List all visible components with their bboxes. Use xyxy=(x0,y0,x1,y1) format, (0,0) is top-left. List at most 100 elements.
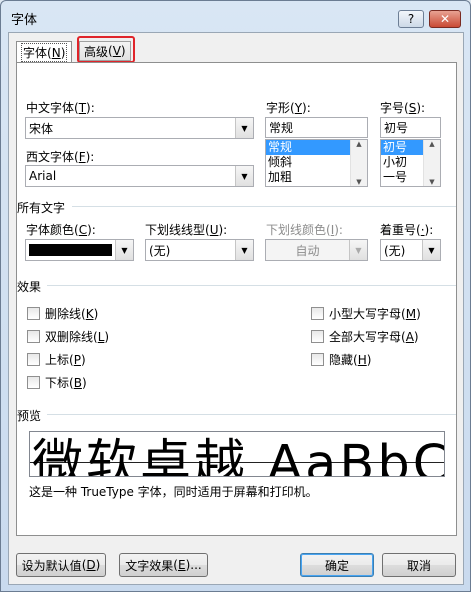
tab-font-hotkey: N xyxy=(51,46,61,60)
underline-style-combo[interactable]: (无) ▼ xyxy=(145,239,254,261)
underline-color-combo: 自动 ▼ xyxy=(265,239,368,261)
underline-style-label: 下划线线型(U): xyxy=(145,223,228,237)
emphasis-mark-label-text: 着重号 xyxy=(380,223,417,237)
emphasis-mark-hotkey: · xyxy=(420,223,425,237)
western-font-value: Arial xyxy=(29,169,57,183)
hidden-hotkey: H xyxy=(357,352,367,367)
underline-color-hotkey: I xyxy=(330,223,335,237)
strikethrough-label: 删除线 xyxy=(45,307,82,321)
checkbox-box[interactable] xyxy=(27,376,40,389)
checkbox-box[interactable] xyxy=(27,353,40,366)
superscript-label: 上标 xyxy=(45,353,70,367)
font-style-label-text: 字形 xyxy=(266,101,291,115)
western-font-combo[interactable]: Arial ▼ xyxy=(25,165,254,187)
scroll-down-icon[interactable]: ▼ xyxy=(356,178,361,186)
chinese-font-label-text: 中文字体 xyxy=(26,101,75,115)
checkbox-box[interactable] xyxy=(311,330,324,343)
dialog-title: 字体 xyxy=(11,13,38,28)
checkbox-box[interactable] xyxy=(311,353,324,366)
font-preview-box: 微软卓越 AaBbCc xyxy=(29,431,445,477)
scroll-up-icon[interactable]: ▲ xyxy=(356,140,361,148)
small-caps-checkbox[interactable]: 小型大写字母(M) xyxy=(311,305,421,322)
preview-divider xyxy=(47,414,456,415)
font-size-hotkey: S xyxy=(408,101,417,115)
tab-font-label-wrap: 字体(N) xyxy=(21,43,68,62)
double-strikethrough-checkbox[interactable]: 双删除线(L) xyxy=(27,328,109,345)
underline-color-label: 下划线颜色(I): xyxy=(266,223,343,237)
text-effects-ellipsis: ... xyxy=(190,558,202,572)
small-caps-label: 小型大写字母 xyxy=(329,307,402,321)
font-style-input[interactable]: 常规 xyxy=(265,117,368,138)
double-strikethrough-label: 双删除线 xyxy=(45,330,94,344)
chinese-font-label: 中文字体(T): xyxy=(26,101,95,115)
font-size-input-value: 初号 xyxy=(384,121,409,135)
help-button[interactable]: ? xyxy=(398,10,424,28)
subscript-checkbox[interactable]: 下标(B) xyxy=(27,374,87,391)
chevron-down-icon[interactable]: ▼ xyxy=(235,240,253,260)
emphasis-mark-combo[interactable]: (无) ▼ xyxy=(380,239,441,261)
close-button[interactable]: ✕ xyxy=(429,10,461,28)
font-size-list[interactable]: 初号 小初 一号 ▲ ▼ xyxy=(380,139,441,187)
western-font-hotkey: F xyxy=(78,150,86,164)
underline-style-hotkey: U xyxy=(209,223,219,237)
chevron-down-icon[interactable]: ▼ xyxy=(235,166,253,186)
western-font-label: 西文字体(F): xyxy=(26,150,95,164)
strikethrough-hotkey: K xyxy=(85,306,94,321)
underline-style-label-text: 下划线线型 xyxy=(145,223,206,237)
checkbox-box[interactable] xyxy=(311,307,324,320)
chevron-down-icon[interactable]: ▼ xyxy=(115,240,133,260)
font-size-label: 字号(S): xyxy=(380,101,426,115)
font-size-scrollbar[interactable]: ▲ ▼ xyxy=(423,140,440,186)
font-color-label-text: 字体颜色 xyxy=(26,223,75,237)
ok-label: 确定 xyxy=(324,558,349,573)
font-dialog: 字体 ? ✕ 字体(N) 高级(V) 中文字体(T): 宋体 ▼ 西文字体(F)… xyxy=(0,0,471,592)
effects-divider xyxy=(47,285,456,286)
chinese-font-combo[interactable]: 宋体 ▼ xyxy=(25,117,254,139)
subscript-label: 下标 xyxy=(45,376,70,390)
tab-font[interactable]: 字体(N) xyxy=(16,41,73,63)
font-style-label: 字形(Y): xyxy=(266,101,311,115)
preview-section-label: 预览 xyxy=(17,409,42,423)
all-text-divider xyxy=(72,206,456,207)
cancel-button[interactable]: 取消 xyxy=(382,553,456,577)
chevron-down-icon: ▼ xyxy=(349,240,367,260)
all-caps-checkbox[interactable]: 全部大写字母(A) xyxy=(311,328,419,345)
set-default-hotkey: D xyxy=(86,558,96,572)
strikethrough-checkbox[interactable]: 删除线(K) xyxy=(27,305,98,322)
scroll-up-icon[interactable]: ▲ xyxy=(429,140,434,148)
checkbox-box[interactable] xyxy=(27,330,40,343)
superscript-checkbox[interactable]: 上标(P) xyxy=(27,351,86,368)
scroll-down-icon[interactable]: ▼ xyxy=(429,178,434,186)
underline-color-value: 自动 xyxy=(295,243,320,258)
set-default-button[interactable]: 设为默认值(D) xyxy=(16,553,106,577)
font-size-input[interactable]: 初号 xyxy=(380,117,441,138)
text-effects-label: 文字效果 xyxy=(125,558,174,573)
small-caps-hotkey: M xyxy=(405,306,417,321)
font-color-swatch xyxy=(29,244,112,256)
underline-color-label-text: 下划线颜色 xyxy=(266,223,327,237)
underline-style-value: (无) xyxy=(149,243,171,258)
close-icon: ✕ xyxy=(439,12,451,26)
set-default-label: 设为默认值 xyxy=(21,558,82,573)
double-strikethrough-hotkey: L xyxy=(97,329,105,344)
tab-font-label: 字体 xyxy=(23,46,48,60)
emphasis-mark-value: (无) xyxy=(384,243,406,258)
font-style-list[interactable]: 常规 倾斜 加粗 ▲ ▼ xyxy=(265,139,368,187)
chinese-font-value: 宋体 xyxy=(29,121,54,136)
ok-button[interactable]: 确定 xyxy=(300,553,374,577)
font-style-scrollbar[interactable]: ▲ ▼ xyxy=(350,140,367,186)
hidden-checkbox[interactable]: 隐藏(H) xyxy=(311,351,371,368)
checkbox-box[interactable] xyxy=(27,307,40,320)
chevron-down-icon[interactable]: ▼ xyxy=(235,118,253,138)
chevron-down-icon[interactable]: ▼ xyxy=(422,240,440,260)
font-style-input-value: 常规 xyxy=(269,121,294,135)
text-effects-button[interactable]: 文字效果(E)... xyxy=(119,553,208,577)
title-bar[interactable]: 字体 ? ✕ xyxy=(1,1,470,31)
all-caps-hotkey: A xyxy=(405,329,414,344)
chinese-font-hotkey: T xyxy=(78,101,87,115)
font-size-label-text: 字号 xyxy=(380,101,405,115)
font-color-picker[interactable]: ▼ xyxy=(25,239,134,261)
western-font-label-text: 西文字体 xyxy=(26,150,75,164)
cancel-label: 取消 xyxy=(406,558,431,573)
font-color-label: 字体颜色(C): xyxy=(26,223,96,237)
